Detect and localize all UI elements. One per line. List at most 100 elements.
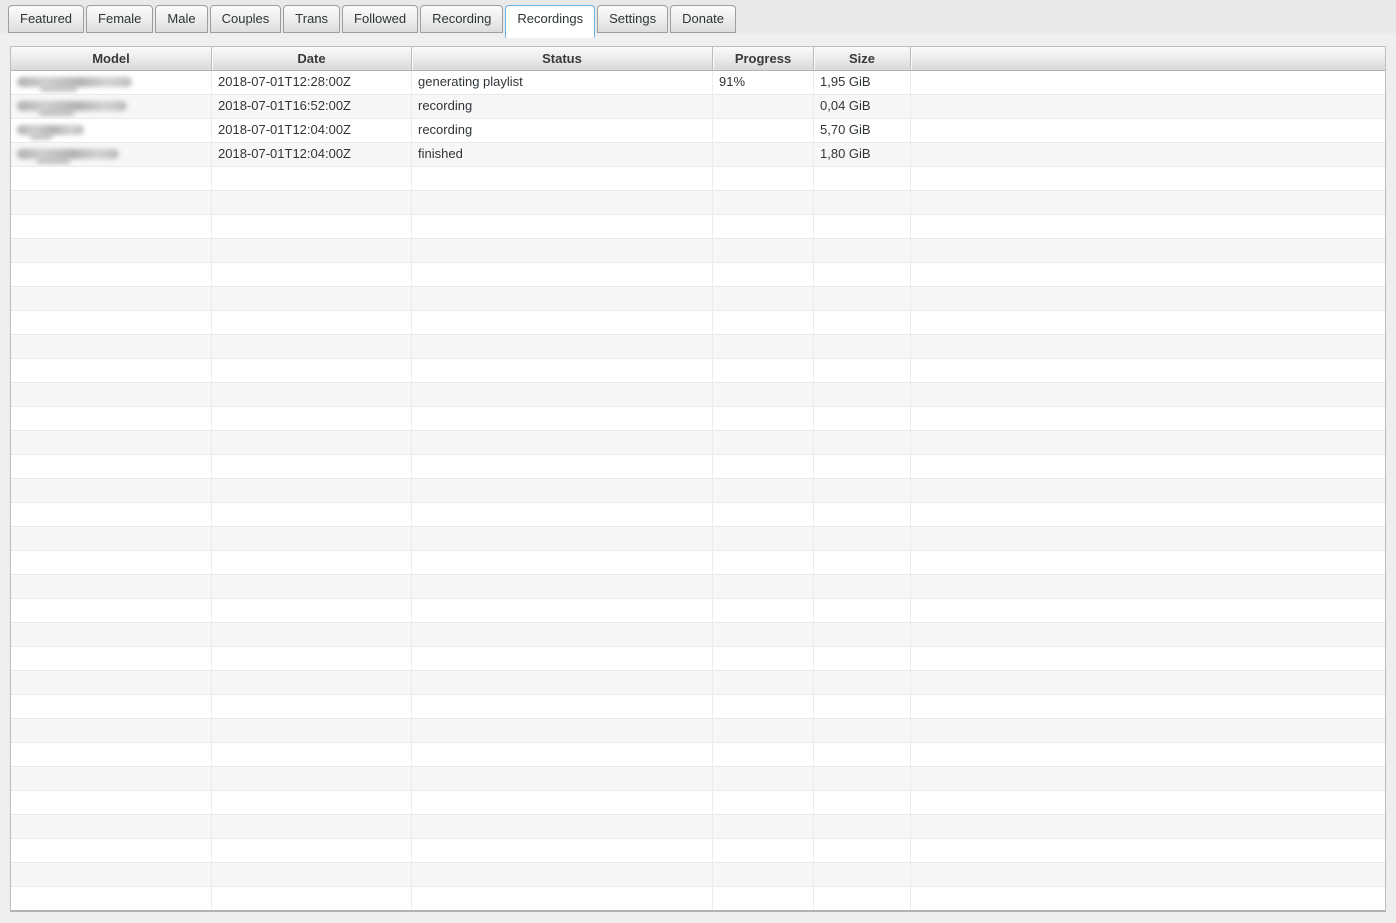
cell-filler — [911, 95, 1385, 118]
cell-status — [412, 263, 713, 286]
cell-status — [412, 719, 713, 742]
cell-filler — [911, 143, 1385, 166]
tab-label: Donate — [682, 11, 725, 26]
cell-date — [212, 791, 412, 814]
table-row-empty — [11, 815, 1385, 839]
cell-date: 2018-07-01T12:04:00Z — [212, 143, 412, 166]
cell-size — [814, 575, 911, 598]
table-row-empty — [11, 239, 1385, 263]
cell-filler — [911, 71, 1385, 94]
table-row-empty — [11, 551, 1385, 575]
cell-date — [212, 839, 412, 862]
cell-progress — [713, 311, 814, 334]
cell-size — [814, 479, 911, 502]
cell-date — [212, 863, 412, 886]
tab-couples[interactable]: Couples — [209, 5, 282, 33]
cell-filler — [911, 671, 1385, 694]
column-header-model[interactable]: Model — [11, 47, 212, 70]
column-header-size[interactable]: Size — [814, 47, 911, 70]
cell-status — [412, 503, 713, 526]
cell-date — [212, 887, 412, 910]
table-row[interactable]: 2018-07-01T12:28:00Z generating playlist… — [11, 71, 1385, 95]
cell-filler — [911, 311, 1385, 334]
table-row-empty — [11, 407, 1385, 431]
tab-recording[interactable]: Recording — [420, 5, 504, 33]
cell-status: recording — [412, 95, 713, 118]
tab-donate[interactable]: Donate — [670, 5, 737, 33]
cell-date — [212, 767, 412, 790]
tab-label: Male — [167, 11, 196, 26]
cell-size — [814, 695, 911, 718]
cell-size — [814, 719, 911, 742]
cell-model — [11, 839, 212, 862]
cell-model — [11, 743, 212, 766]
table-row-empty — [11, 479, 1385, 503]
column-header-filler — [911, 47, 1385, 70]
cell-model — [11, 767, 212, 790]
table-row-empty — [11, 863, 1385, 887]
cell-size — [814, 335, 911, 358]
cell-status — [412, 455, 713, 478]
cell-date — [212, 215, 412, 238]
cell-status — [412, 887, 713, 910]
tab-recordings[interactable]: Recordings — [505, 5, 596, 38]
tab-female[interactable]: Female — [86, 5, 154, 33]
cell-progress — [713, 503, 814, 526]
cell-model — [11, 527, 212, 550]
cell-model — [11, 239, 212, 262]
tab-male[interactable]: Male — [155, 5, 208, 33]
cell-size — [814, 863, 911, 886]
cell-size — [814, 455, 911, 478]
table-row-empty — [11, 263, 1385, 287]
cell-status — [412, 599, 713, 622]
table-row[interactable]: 2018-07-01T16:52:00Z recording 0,04 GiB — [11, 95, 1385, 119]
tab-label: Recording — [432, 11, 492, 26]
table-row-empty — [11, 287, 1385, 311]
recordings-table: Model Date Status Progress Size 2018-07-… — [10, 46, 1386, 912]
cell-filler — [911, 887, 1385, 910]
cell-status — [412, 863, 713, 886]
cell-size — [814, 527, 911, 550]
column-header-status[interactable]: Status — [412, 47, 713, 70]
cell-status — [412, 815, 713, 838]
cell-model — [11, 791, 212, 814]
cell-size: 5,70 GiB — [814, 119, 911, 142]
cell-filler — [911, 623, 1385, 646]
cell-date — [212, 599, 412, 622]
cell-progress — [713, 527, 814, 550]
tab-trans[interactable]: Trans — [283, 5, 341, 33]
cell-filler — [911, 719, 1385, 742]
tab-label: Female — [98, 11, 142, 26]
tab-settings[interactable]: Settings — [597, 5, 669, 33]
cell-status: recording — [412, 119, 713, 142]
table-body: 2018-07-01T12:28:00Z generating playlist… — [11, 71, 1385, 910]
table-header-row: Model Date Status Progress Size — [11, 47, 1385, 71]
cell-progress — [713, 383, 814, 406]
column-header-date[interactable]: Date — [212, 47, 412, 70]
cell-date — [212, 287, 412, 310]
column-header-progress[interactable]: Progress — [713, 47, 814, 70]
cell-date — [212, 479, 412, 502]
cell-model — [11, 431, 212, 454]
tab-label: Settings — [609, 11, 657, 26]
cell-filler — [911, 239, 1385, 262]
cell-size — [814, 671, 911, 694]
cell-filler — [911, 863, 1385, 886]
table-row-empty — [11, 695, 1385, 719]
table-row[interactable]: 2018-07-01T12:04:00Z finished 1,80 GiB — [11, 143, 1385, 167]
cell-status — [412, 575, 713, 598]
cell-filler — [911, 647, 1385, 670]
cell-status — [412, 695, 713, 718]
cell-model — [11, 575, 212, 598]
cell-progress: 91% — [713, 71, 814, 94]
cell-size — [814, 287, 911, 310]
cell-progress — [713, 767, 814, 790]
table-row-empty — [11, 767, 1385, 791]
cell-model — [11, 815, 212, 838]
tab-featured[interactable]: Featured — [8, 5, 85, 33]
cell-date — [212, 575, 412, 598]
cell-model — [11, 119, 212, 142]
cell-filler — [911, 695, 1385, 718]
tab-followed[interactable]: Followed — [342, 5, 419, 33]
table-row[interactable]: 2018-07-01T12:04:00Z recording 5,70 GiB — [11, 119, 1385, 143]
